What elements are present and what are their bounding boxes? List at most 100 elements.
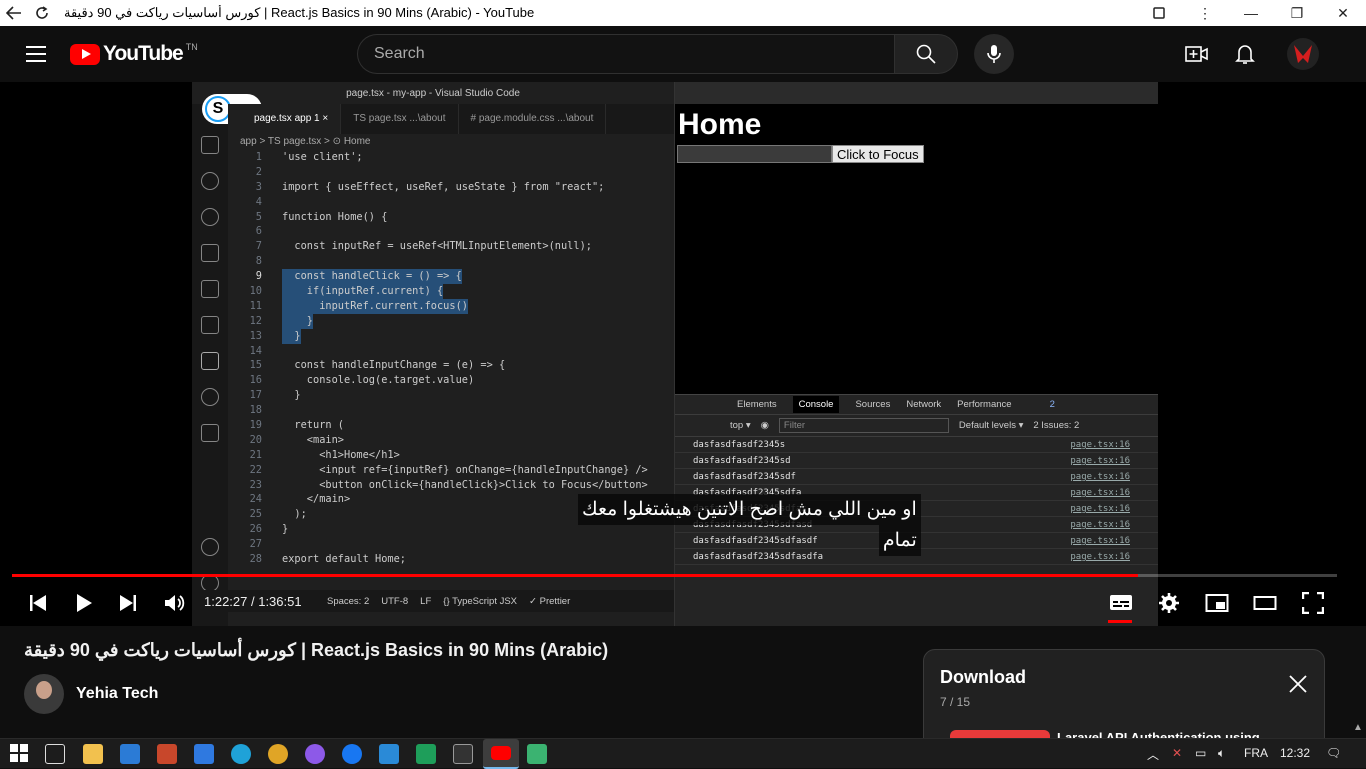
- code-line: 23 <button onClick={handleClick}>Click t…: [228, 478, 674, 493]
- captions: او مين اللي مش اصح الاتنين هيشتغلوا معك …: [578, 494, 921, 556]
- battery-icon[interactable]: ▭: [1195, 746, 1206, 760]
- extensions-panel-icon: [201, 280, 219, 298]
- docker-icon: [201, 352, 219, 370]
- account-avatar[interactable]: [1287, 38, 1319, 70]
- channel-name[interactable]: Yehia Tech: [76, 685, 158, 703]
- vscode-title: page.tsx - my-app - Visual Studio Code: [192, 82, 674, 104]
- create-video-icon[interactable]: [1183, 40, 1211, 68]
- subtitles-icon[interactable]: [1108, 590, 1134, 623]
- code-text: console.log(e.target.value): [282, 374, 475, 387]
- menu-icon[interactable]: [16, 34, 56, 74]
- close-icon[interactable]: [1288, 674, 1308, 694]
- code-line: 4: [228, 195, 674, 210]
- edge-icon[interactable]: [231, 744, 251, 764]
- line-number: 22: [249, 463, 262, 476]
- chrome-icon[interactable]: [268, 744, 288, 764]
- time-display: 1:22:27 / 1:36:51: [204, 594, 302, 609]
- more-menu-icon[interactable]: ⋮: [1182, 0, 1228, 26]
- code-text: const inputRef = useRef<HTMLInputElement…: [282, 240, 592, 253]
- notifications-bell-icon[interactable]: [1231, 40, 1259, 68]
- code-line: 22 <input ref={inputRef} onChange={handl…: [228, 463, 674, 478]
- code-text: export default Home;: [282, 553, 406, 566]
- speaker-icon[interactable]: 🔈︎: [1218, 746, 1225, 761]
- code-text: }: [282, 389, 301, 402]
- devtools-tab: Console: [792, 396, 840, 413]
- devtools-tab: Performance: [957, 399, 1012, 410]
- android-icon[interactable]: [416, 744, 436, 764]
- powerpoint-icon[interactable]: [157, 744, 177, 764]
- terminal-icon[interactable]: [453, 744, 473, 764]
- code-text: );: [282, 508, 307, 521]
- store-icon[interactable]: [120, 744, 140, 764]
- code-text: const handleInputChange = (e) => {: [282, 359, 506, 372]
- code-line: 10 if(inputRef.current) {: [228, 284, 674, 299]
- todo-icon[interactable]: [194, 744, 214, 764]
- line-number: 27: [249, 538, 262, 551]
- file-explorer-icon[interactable]: [83, 744, 103, 764]
- miniplayer-icon[interactable]: [1204, 590, 1230, 616]
- code-line: 11 inputRef.current.focus(): [228, 298, 674, 314]
- language-indicator[interactable]: FRA: [1244, 746, 1268, 760]
- line-number: 21: [249, 448, 262, 461]
- logo-country-code: TN: [185, 42, 198, 52]
- network-icon[interactable]: ✕: [1172, 746, 1182, 760]
- messenger-icon[interactable]: [305, 744, 325, 764]
- settings-icon[interactable]: [1156, 590, 1182, 616]
- code-line: 20 <main>: [228, 433, 674, 448]
- code-line: 13 }: [228, 328, 674, 344]
- voice-search-button[interactable]: [974, 34, 1014, 74]
- vscode-tab: # page.module.css ...\about: [459, 104, 607, 134]
- log-source-link: page.tsx:16: [1070, 488, 1130, 498]
- next-icon[interactable]: [115, 590, 141, 616]
- console-levels: Default levels ▾: [958, 420, 1024, 431]
- clock[interactable]: 12:32: [1280, 746, 1310, 760]
- search-button[interactable]: [894, 34, 958, 74]
- channel-info: Yehia Tech: [24, 674, 158, 714]
- youtube-play-logo-icon: [70, 43, 100, 65]
- page-focus-button: Click to Focus: [832, 145, 924, 163]
- restore-icon[interactable]: ❐: [1274, 0, 1320, 26]
- channel-avatar[interactable]: [24, 674, 64, 714]
- run-debug-icon: [201, 244, 219, 262]
- line-number: 25: [249, 508, 262, 521]
- lambda-app-icon[interactable]: [527, 744, 547, 764]
- vscode-icon[interactable]: [379, 744, 399, 764]
- extensions-icon[interactable]: [1136, 0, 1182, 26]
- windows-start-icon[interactable]: [10, 744, 30, 764]
- code-line: 16 console.log(e.target.value): [228, 373, 674, 388]
- youtube-logo[interactable]: YouTube TN: [70, 42, 198, 66]
- devtools-issue-badge: 2: [1049, 399, 1055, 410]
- minimize-icon[interactable]: —: [1228, 0, 1274, 26]
- play-icon[interactable]: [71, 590, 97, 616]
- back-arrow-icon[interactable]: [0, 0, 28, 26]
- code-line: 3 import { useEffect, useRef, useState } …: [228, 180, 674, 195]
- theater-mode-icon[interactable]: [1252, 590, 1278, 616]
- player-controls: 1:22:27 / 1:36:51: [0, 582, 1366, 623]
- volume-icon[interactable]: [162, 590, 188, 616]
- fullscreen-icon[interactable]: [1300, 590, 1326, 616]
- console-log-row: dasfasdfasdf2345sd page.tsx:16: [675, 453, 1158, 469]
- notifications-icon[interactable]: 🗨︎: [1326, 746, 1341, 760]
- task-view-icon[interactable]: [45, 744, 65, 764]
- video-title: كورس أساسيات رياكت في 90 دقيقة | React.j…: [24, 640, 609, 660]
- code-text: </main>: [282, 493, 351, 506]
- line-number: 18: [249, 404, 262, 417]
- tray-chevron-icon[interactable]: ︿: [1147, 746, 1159, 763]
- close-window-icon[interactable]: ✕: [1320, 0, 1366, 26]
- previous-icon[interactable]: [25, 590, 51, 616]
- code-text: return (: [282, 419, 344, 432]
- video-player[interactable]: page.tsx - my-app - Visual Studio Code S…: [0, 82, 1366, 626]
- scroll-up-icon[interactable]: ▲: [1350, 722, 1366, 738]
- console-toolbar: top ▾ ◉ Filter Default levels ▾ 2 Issues…: [675, 415, 1158, 437]
- facebook-icon[interactable]: [342, 744, 362, 764]
- youtube-taskbar-item[interactable]: [483, 739, 519, 769]
- line-number: 14: [249, 344, 262, 357]
- code-line: 6: [228, 224, 674, 239]
- code-text: if(inputRef.current) {: [282, 284, 444, 299]
- progress-bar[interactable]: [12, 574, 1337, 577]
- log-message: dasfasdfasdf2345s: [693, 440, 786, 450]
- search-input[interactable]: Search: [357, 34, 894, 74]
- code-text: }: [282, 313, 313, 329]
- reload-icon[interactable]: [28, 0, 56, 26]
- code-text: <button onClick={handleClick}>Click to F…: [282, 478, 648, 491]
